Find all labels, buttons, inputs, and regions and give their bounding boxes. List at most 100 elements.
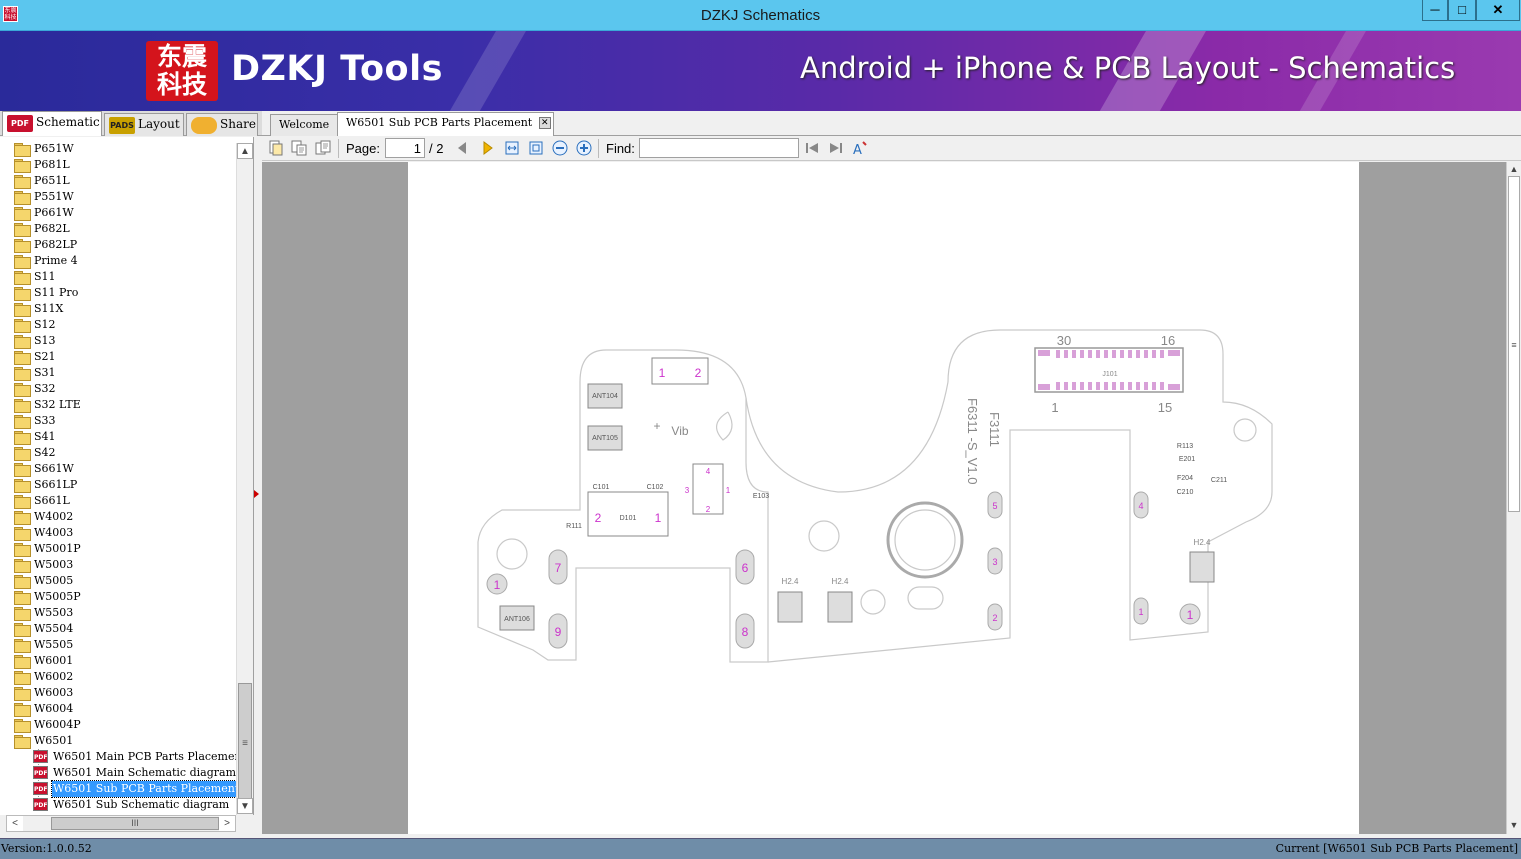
viewer-vertical-scrollbar[interactable]: ▲ ≡ ▼: [1506, 162, 1521, 834]
j103-pin: 2: [695, 366, 702, 380]
folder-icon: [14, 575, 31, 589]
tree-folder-item[interactable]: W5005: [0, 573, 236, 589]
tree-folder-item[interactable]: W6001: [0, 653, 236, 669]
close-icon[interactable]: ✕: [538, 117, 551, 129]
zoom-in-icon[interactable]: [576, 140, 592, 156]
scroll-thumb[interactable]: ≡: [238, 683, 252, 803]
scroll-up-arrow-icon[interactable]: ▲: [1507, 162, 1521, 176]
tab-welcome[interactable]: Welcome: [270, 114, 339, 136]
splitter-collapse-icon[interactable]: [254, 490, 259, 498]
tree-folder-item[interactable]: W4002: [0, 509, 236, 525]
tree-folder-item[interactable]: W5001P: [0, 541, 236, 557]
tree-folder-item[interactable]: S11X: [0, 301, 236, 317]
find-input[interactable]: [639, 138, 799, 158]
tree-file-item[interactable]: PDF W6501 Sub PCB Parts Placement: [0, 780, 242, 798]
next-page-icon[interactable]: [480, 140, 496, 156]
tree-folder-item[interactable]: S661W: [0, 461, 236, 477]
fit-width-icon[interactable]: [504, 140, 520, 156]
folder-icon: [14, 655, 31, 669]
tab-share[interactable]: Share: [186, 113, 258, 136]
tree-folder-item[interactable]: W6004P: [0, 717, 236, 733]
tree-folder-item[interactable]: S661LP: [0, 477, 236, 493]
tree-folder-item[interactable]: S12: [0, 317, 236, 333]
tree-folder-item[interactable]: P682L: [0, 221, 236, 237]
copy-all-icon[interactable]: [315, 140, 331, 156]
folder-label: P661W: [34, 206, 74, 219]
folder-label: S11X: [34, 302, 64, 315]
scroll-down-arrow-icon[interactable]: ▼: [237, 798, 253, 814]
u-pin: 4: [706, 467, 711, 476]
copy-icon[interactable]: [268, 140, 284, 156]
folder-icon: [14, 623, 31, 637]
tree-folder-item[interactable]: S42: [0, 445, 236, 461]
tree-horizontal-scrollbar[interactable]: < III >: [6, 815, 236, 832]
fit-page-icon[interactable]: [528, 140, 544, 156]
tree-folder-item[interactable]: W5005P: [0, 589, 236, 605]
find-prev-icon[interactable]: [804, 140, 820, 156]
tree-folder-item[interactable]: W5505: [0, 637, 236, 653]
d101-pin: 2: [595, 511, 602, 525]
tree-folder-item[interactable]: W6004: [0, 701, 236, 717]
component-label: ANT106: [504, 616, 530, 623]
tree-folder-item[interactable]: S661L: [0, 493, 236, 509]
tree-folder-item[interactable]: S41: [0, 429, 236, 445]
tree-file-item[interactable]: PDF W6501 Main Schematic diagram: [0, 765, 236, 781]
tree-folder-item[interactable]: P551W: [0, 189, 236, 205]
connector-pin-label: 1: [1051, 400, 1058, 415]
tree-folder-item[interactable]: W5003: [0, 557, 236, 573]
tree-folder-item[interactable]: S11 Pro: [0, 285, 236, 301]
tab-w6501-sub-pcb[interactable]: W6501 Sub PCB Parts Placement ✕: [337, 112, 554, 136]
folder-label: W5504: [34, 622, 74, 635]
tree-folder-item[interactable]: S13: [0, 333, 236, 349]
find-next-icon[interactable]: [828, 140, 844, 156]
tree-folder-item[interactable]: P682LP: [0, 237, 236, 253]
maximize-button[interactable]: □: [1448, 0, 1476, 21]
title-bar[interactable]: 东震 科技 DZKJ Schematics ─ □ ✕: [0, 0, 1521, 31]
zoom-out-icon[interactable]: [552, 140, 568, 156]
copy-page-icon[interactable]: [291, 140, 307, 156]
scroll-left-arrow-icon[interactable]: <: [7, 816, 23, 831]
scroll-down-arrow-icon[interactable]: ▼: [1507, 818, 1521, 832]
folder-label: W5003: [34, 558, 74, 571]
prev-page-icon[interactable]: [454, 140, 470, 156]
scroll-right-arrow-icon[interactable]: >: [219, 816, 235, 831]
close-button[interactable]: ✕: [1476, 0, 1520, 21]
tree-folder-item[interactable]: Prime 4: [0, 253, 236, 269]
minimize-button[interactable]: ─: [1422, 0, 1448, 21]
folder-icon: [14, 255, 31, 269]
document-viewer[interactable]: 7 6 9 8 5 3 2 4 1 1 1 1 2 2 1 4 3 1 2 30…: [262, 162, 1506, 834]
highlight-text-icon[interactable]: A: [852, 140, 868, 156]
tree-folder-item[interactable]: W6002: [0, 669, 236, 685]
tree-file-item[interactable]: PDF W6501 Main PCB Parts Placement: [0, 749, 246, 765]
tree-folder-item[interactable]: P651L: [0, 173, 236, 189]
document-tab-bar: Welcome W6501 Sub PCB Parts Placement ✕: [262, 111, 1521, 136]
tree-folder-item[interactable]: P681L: [0, 157, 236, 173]
tree-folder-item[interactable]: S11: [0, 269, 236, 285]
tree-vertical-scrollbar[interactable]: ▲ ≡ ▼: [236, 143, 253, 815]
tree-folder-item[interactable]: W5504: [0, 621, 236, 637]
scroll-thumb[interactable]: ≡: [1508, 176, 1520, 512]
pad-label: 6: [742, 561, 749, 575]
pdf-file-icon: PDF: [33, 798, 48, 811]
tree-folder-item[interactable]: S31: [0, 365, 236, 381]
scroll-thumb[interactable]: III: [51, 817, 219, 830]
folder-icon: [14, 303, 31, 317]
tree-folder-item[interactable]: P651W: [0, 141, 236, 157]
tree-file-item[interactable]: PDF W6501 Sub Schematic diagram: [0, 797, 236, 813]
tree-folder-item[interactable]: S33: [0, 413, 236, 429]
tree-folder-item[interactable]: W4003: [0, 525, 236, 541]
tree-folder-item[interactable]: S21: [0, 349, 236, 365]
file-tree[interactable]: P651W P681L P651L P551W P661W P682L P682LP Prim…: [0, 137, 254, 815]
current-document-text: Current [W6501 Sub PCB Parts Placement]: [1275, 842, 1518, 855]
page-number-input[interactable]: [385, 138, 425, 158]
tree-folder-item[interactable]: P661W: [0, 205, 236, 221]
scroll-up-arrow-icon[interactable]: ▲: [237, 143, 253, 159]
tab-layout[interactable]: PADS Layout: [104, 113, 184, 136]
tab-schematic[interactable]: PDF Schematic: [2, 111, 102, 136]
tree-folder-item[interactable]: S32 LTE: [0, 397, 236, 413]
tree-folder-item[interactable]: W6003: [0, 685, 236, 701]
ant101-block: [777, 591, 803, 623]
tree-folder-item[interactable]: W6501: [0, 733, 236, 749]
tree-folder-item[interactable]: S32: [0, 381, 236, 397]
tree-folder-item[interactable]: W5503: [0, 605, 236, 621]
